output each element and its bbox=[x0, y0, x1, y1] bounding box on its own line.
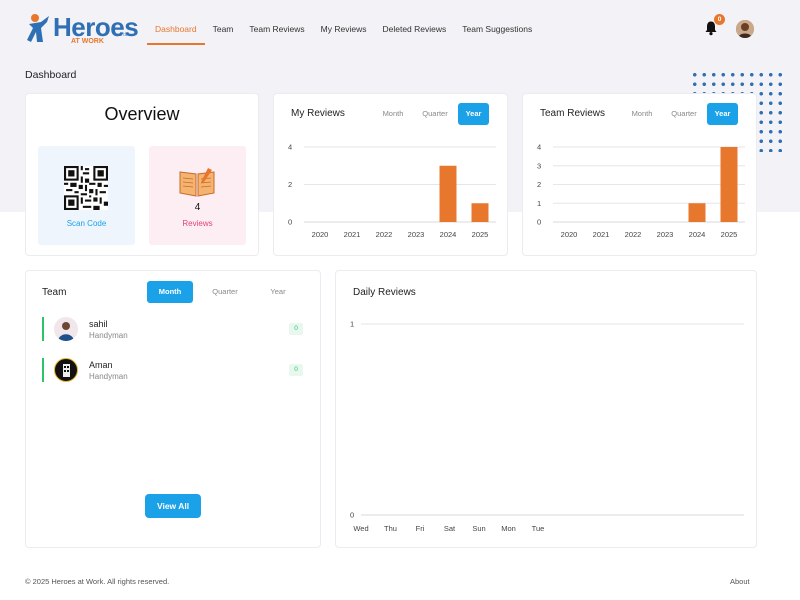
x-tick-label: 2022 bbox=[376, 230, 393, 239]
logo-beta-text: BETA bbox=[117, 32, 128, 37]
y-tick-label: 0 bbox=[350, 511, 354, 520]
my-reviews-tab-month[interactable]: Month bbox=[374, 103, 412, 125]
member-avatar bbox=[54, 358, 78, 382]
x-tick-label: Thu bbox=[384, 524, 397, 533]
team-tab-month[interactable]: Month bbox=[147, 281, 193, 303]
member-indicator bbox=[42, 358, 44, 382]
chart-bar bbox=[688, 203, 706, 222]
y-tick-label: 0 bbox=[288, 218, 292, 227]
x-tick-label: Wed bbox=[353, 524, 368, 533]
team-member-row[interactable]: sahil Handyman 0 bbox=[42, 317, 304, 347]
book-icon bbox=[179, 168, 215, 197]
nav-team-suggestions[interactable]: Team Suggestions bbox=[454, 22, 540, 45]
team-member-row[interactable]: Aman Handyman 0 bbox=[42, 358, 304, 388]
reviews-label: Reviews bbox=[182, 219, 213, 228]
y-tick-label: 4 bbox=[537, 143, 541, 152]
daily-reviews-card: Daily Reviews 0 1 Wed Thu Fri Sat Sun Mon Tue bbox=[335, 270, 757, 548]
app-logo[interactable]: Heroes AT WORK BETA bbox=[27, 12, 139, 46]
my-reviews-tab-quarter[interactable]: Quarter bbox=[416, 103, 454, 125]
reviews-tile[interactable]: 4 Reviews bbox=[149, 146, 246, 245]
team-reviews-card: Team Reviews Month Quarter Year 0 1 2 3 4 202… bbox=[522, 93, 757, 256]
my-reviews-title: My Reviews bbox=[291, 108, 345, 119]
nav-team-reviews[interactable]: Team Reviews bbox=[241, 22, 312, 45]
member-review-count: 0 bbox=[289, 323, 303, 335]
logo-sub-text: AT WORK bbox=[71, 38, 104, 45]
my-reviews-tab-year[interactable]: Year bbox=[458, 103, 489, 125]
x-tick-label: 2023 bbox=[657, 230, 674, 239]
my-reviews-chart: 0 2 4 2020 2021 2022 2023 2024 2025 bbox=[288, 143, 496, 239]
daily-reviews-title: Daily Reviews bbox=[353, 287, 416, 298]
member-indicator bbox=[42, 317, 44, 341]
x-tick-label: 2022 bbox=[625, 230, 642, 239]
team-reviews-tab-quarter[interactable]: Quarter bbox=[665, 103, 703, 125]
daily-reviews-chart: 0 1 Wed Thu Fri Sat Sun Mon Tue bbox=[350, 320, 744, 533]
team-reviews-tab-year[interactable]: Year bbox=[707, 103, 738, 125]
y-tick-label: 3 bbox=[537, 161, 541, 170]
y-tick-label: 4 bbox=[288, 143, 292, 152]
overview-title: Overview bbox=[104, 104, 180, 124]
footer-copyright: © 2025 Heroes at Work. All rights reserv… bbox=[25, 577, 170, 586]
x-tick-label: Fri bbox=[416, 524, 425, 533]
x-tick-label: Sat bbox=[444, 524, 456, 533]
main-nav: Dashboard Team Team Reviews My Reviews D… bbox=[147, 22, 540, 45]
x-tick-label: 2020 bbox=[312, 230, 329, 239]
member-name: sahil bbox=[89, 319, 108, 329]
y-tick-label: 1 bbox=[350, 320, 354, 329]
nav-my-reviews[interactable]: My Reviews bbox=[313, 22, 375, 45]
chart-bar bbox=[720, 147, 738, 222]
page-title: Dashboard bbox=[25, 69, 77, 81]
view-all-button[interactable]: View All bbox=[145, 494, 201, 518]
member-role: Handyman bbox=[89, 372, 128, 381]
y-tick-label: 0 bbox=[537, 218, 541, 227]
x-tick-label: 2024 bbox=[689, 230, 706, 239]
team-reviews-title: Team Reviews bbox=[540, 108, 606, 119]
x-tick-label: 2021 bbox=[593, 230, 610, 239]
footer-about-link[interactable]: About bbox=[730, 577, 750, 586]
scan-code-label: Scan Code bbox=[66, 219, 107, 228]
team-tab-year[interactable]: Year bbox=[255, 281, 301, 303]
qr-code-icon bbox=[64, 166, 108, 210]
x-tick-label: 2024 bbox=[440, 230, 457, 239]
my-reviews-card: My Reviews Month Quarter Year 0 2 4 2020 202… bbox=[273, 93, 508, 256]
y-tick-label: 2 bbox=[537, 180, 541, 189]
notification-badge: 0 bbox=[714, 14, 725, 25]
y-tick-label: 1 bbox=[537, 199, 541, 208]
team-reviews-chart: 0 1 2 3 4 2020 2021 2022 2023 2024 2025 bbox=[537, 143, 745, 239]
team-title: Team bbox=[42, 287, 67, 298]
chart-bar bbox=[439, 165, 457, 222]
overview-card: Overview Scan Code 4 Reviews bbox=[25, 93, 259, 256]
chart-bar bbox=[471, 203, 489, 222]
member-avatar bbox=[54, 317, 78, 341]
team-reviews-tab-month[interactable]: Month bbox=[623, 103, 661, 125]
x-tick-label: 2021 bbox=[344, 230, 361, 239]
x-tick-label: 2025 bbox=[472, 230, 489, 239]
nav-deleted-reviews[interactable]: Deleted Reviews bbox=[374, 22, 454, 45]
user-avatar[interactable] bbox=[736, 20, 754, 38]
team-tab-quarter[interactable]: Quarter bbox=[202, 281, 248, 303]
x-tick-label: 2023 bbox=[408, 230, 425, 239]
scan-code-tile[interactable]: Scan Code bbox=[38, 146, 135, 245]
x-tick-label: Mon bbox=[501, 524, 516, 533]
reviews-count: 4 bbox=[194, 202, 201, 213]
x-tick-label: Tue bbox=[532, 524, 545, 533]
y-tick-label: 2 bbox=[288, 180, 292, 189]
nav-dashboard[interactable]: Dashboard bbox=[147, 22, 205, 45]
member-name: Aman bbox=[89, 360, 113, 370]
nav-team[interactable]: Team bbox=[205, 22, 242, 45]
x-tick-label: Sun bbox=[472, 524, 485, 533]
logo-figure-icon bbox=[27, 14, 49, 42]
member-review-count: 0 bbox=[289, 364, 303, 376]
x-tick-label: 2025 bbox=[721, 230, 738, 239]
member-role: Handyman bbox=[89, 331, 128, 340]
x-tick-label: 2020 bbox=[561, 230, 578, 239]
